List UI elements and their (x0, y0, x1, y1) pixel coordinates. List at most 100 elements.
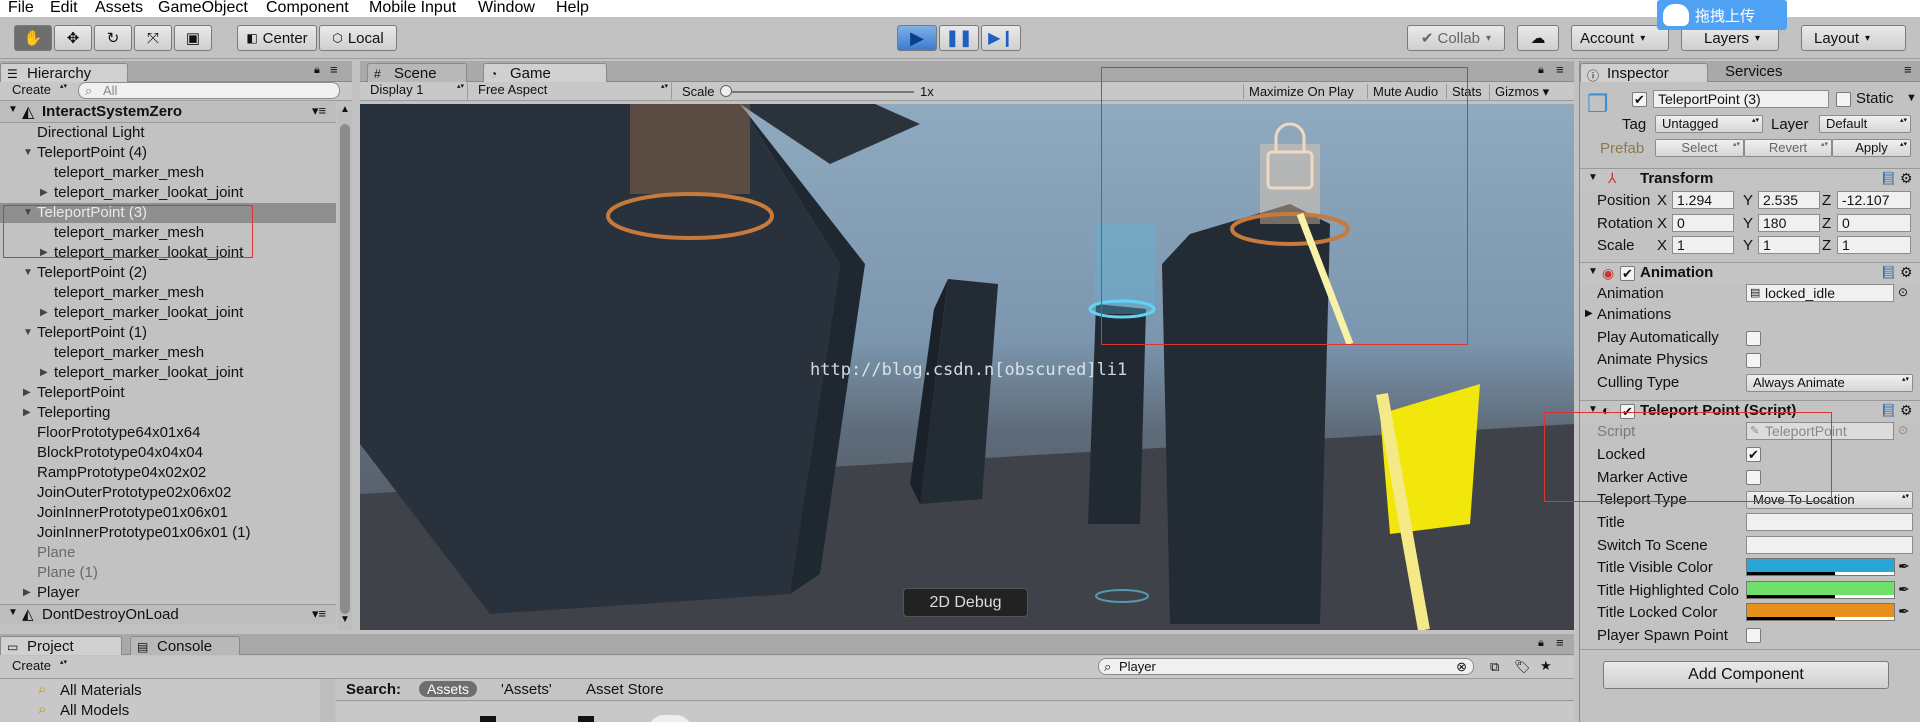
menu-help[interactable]: Help (556, 0, 589, 17)
filter-type-icon[interactable]: ⧉ (1490, 659, 1499, 675)
scroll-down-icon[interactable]: ▼ (340, 614, 350, 625)
static-checkbox[interactable] (1836, 92, 1851, 107)
hierarchy-scroll-thumb[interactable] (340, 124, 350, 614)
rect-tool-icon[interactable]: ▣ (174, 25, 212, 51)
gear-icon[interactable]: ⚙ (1900, 170, 1913, 187)
debug-2d-button[interactable]: 2D Debug (903, 588, 1028, 617)
hierarchy-item[interactable]: JoinInnerPrototype01x06x01 (1) (0, 523, 336, 543)
static-dropdown-icon[interactable]: ▼ (1906, 92, 1917, 104)
transform-position-x-field[interactable]: 1.294 (1672, 191, 1734, 209)
title-input[interactable] (1746, 513, 1913, 531)
lock-icon[interactable]: 🔒︎ (1538, 637, 1544, 650)
tab-project[interactable]: ▭ Project (0, 636, 122, 655)
layer-dropdown[interactable]: Default (1819, 115, 1911, 133)
hierarchy-item[interactable]: ▼ TeleportPoint (1) (0, 323, 336, 343)
help-icon[interactable]: 📘︎ (1880, 171, 1897, 187)
tab-scene[interactable]: # Scene (367, 63, 467, 82)
collapse-arrow-icon[interactable]: ▶ (23, 403, 31, 423)
project-tree-scrollbar[interactable] (320, 679, 334, 722)
hierarchy-item[interactable]: ▶ teleport_marker_lookat_joint (0, 183, 336, 203)
scope-assets-chip[interactable]: Assets (419, 681, 478, 697)
pivot-center-button[interactable]: ◧ Center (237, 25, 317, 51)
axis-label[interactable]: X (1657, 215, 1667, 232)
animations-label[interactable]: Animations (1597, 306, 1671, 323)
axis-label[interactable]: Z (1822, 192, 1831, 209)
title-locked-color-swatch[interactable] (1746, 603, 1895, 621)
expand-arrow-icon[interactable]: ▼ (23, 263, 33, 283)
menu-assets[interactable]: Assets (95, 0, 143, 17)
hierarchy-item[interactable]: BlockPrototype04x04x04 (0, 443, 336, 463)
menu-file[interactable]: File (8, 0, 34, 17)
collapse-arrow-icon[interactable]: ▶ (40, 363, 48, 383)
hierarchy-search-input[interactable]: ⌕ All (78, 82, 340, 99)
menu-window[interactable]: Window (478, 0, 535, 17)
cloud-button[interactable]: ☁ (1517, 25, 1559, 51)
scene-menu-icon[interactable]: ▾≡ (312, 606, 326, 622)
active-checkbox[interactable]: ✔ (1632, 92, 1647, 107)
collab-dropdown[interactable]: ✔ Collab (1407, 25, 1505, 51)
tab-game[interactable]: ◔ Game (483, 63, 607, 82)
play-auto-checkbox[interactable] (1746, 331, 1761, 346)
transform-scale-y-field[interactable]: 1 (1758, 236, 1820, 254)
menu-mobile-input[interactable]: Mobile Input (369, 0, 456, 17)
panel-menu-icon[interactable]: ≡ (330, 62, 338, 77)
prefab-apply-button[interactable]: Apply (1832, 139, 1911, 157)
transform-position-y-field[interactable]: 2.535 (1758, 191, 1820, 209)
axis-label[interactable]: Z (1822, 215, 1831, 232)
scope-asset-store[interactable]: Asset Store (586, 681, 664, 698)
hierarchy-item[interactable]: ▶ TeleportPoint (0, 383, 336, 403)
help-icon[interactable]: 📘︎ (1880, 265, 1897, 281)
axis-label[interactable]: Y (1743, 192, 1753, 209)
gear-icon[interactable]: ⚙ (1900, 264, 1913, 281)
axis-label[interactable]: X (1657, 192, 1667, 209)
hierarchy-item[interactable]: ▶ Teleporting (0, 403, 336, 423)
favorite-star-icon[interactable]: ★ (1540, 658, 1552, 674)
hierarchy-create-dropdown[interactable]: Create (4, 82, 70, 100)
collapse-arrow-icon[interactable]: ▶ (23, 383, 31, 403)
gizmos-dropdown[interactable]: Gizmos ▾ (1489, 84, 1549, 100)
tab-inspector[interactable]: ⓘ Inspector (1580, 63, 1708, 83)
hand-tool-icon[interactable]: ✋ (14, 25, 52, 51)
hierarchy-item[interactable]: teleport_marker_mesh (0, 163, 336, 183)
culling-type-dropdown[interactable]: Always Animate (1746, 374, 1913, 392)
rotate-tool-icon[interactable]: ↻ (94, 25, 132, 51)
hierarchy-item[interactable]: JoinInnerPrototype01x06x01 (0, 503, 336, 523)
tab-console[interactable]: ▤ Console (130, 636, 240, 655)
panel-menu-icon[interactable]: ≡ (1556, 635, 1564, 650)
hierarchy-item[interactable]: teleport_marker_mesh (0, 343, 336, 363)
favorite-all-models[interactable]: All Models (60, 702, 129, 719)
hierarchy-item[interactable]: ▼ TeleportPoint (2) (0, 263, 336, 283)
asset-thumbnail[interactable] (480, 716, 496, 722)
collapse-arrow-icon[interactable]: ▶ (40, 183, 48, 203)
transform-header[interactable]: ▼ ⅄ Transform 📘︎ ⚙ (1580, 168, 1920, 190)
tag-dropdown[interactable]: Untagged (1655, 115, 1763, 133)
asset-thumbnail[interactable] (578, 716, 594, 722)
project-search-input[interactable]: ⌕ Player ⊗ (1098, 658, 1474, 675)
title-highlighted-color-swatch[interactable] (1746, 581, 1895, 599)
animation-clip-field[interactable]: ▤ locked_idle (1746, 284, 1894, 302)
object-picker-icon[interactable]: ⊙ (1898, 285, 1908, 299)
scene-menu-icon[interactable]: ▾≡ (312, 103, 326, 119)
filter-label-icon[interactable]: 🏷︎ (1514, 659, 1531, 675)
pivot-local-button[interactable]: ⬡ Local (319, 25, 397, 51)
hierarchy-item[interactable]: FloorPrototype64x01x64 (0, 423, 336, 443)
lock-icon[interactable]: 🔒︎ (314, 64, 320, 77)
hierarchy-item[interactable]: ▼ TeleportPoint (4) (0, 143, 336, 163)
clear-search-icon[interactable]: ⊗ (1456, 659, 1467, 674)
hierarchy-item[interactable]: Directional Light (0, 123, 336, 143)
lock-icon[interactable]: 🔒︎ (1538, 64, 1544, 77)
scene-row[interactable]: ▼ ◭ InteractSystemZero ▾≡ (0, 102, 336, 123)
pause-button[interactable]: ❚❚ (939, 25, 979, 51)
title-visible-color-swatch[interactable] (1746, 558, 1895, 576)
expand-arrow-icon[interactable]: ▼ (23, 143, 33, 163)
menu-edit[interactable]: Edit (50, 0, 78, 17)
axis-label[interactable]: Z (1822, 237, 1831, 254)
collapse-arrow-icon[interactable]: ▶ (23, 583, 31, 603)
animation-header[interactable]: ▼ ◉ ✔ Animation 📘︎ ⚙ (1580, 262, 1920, 284)
tab-services[interactable]: Services (1725, 63, 1783, 80)
account-dropdown[interactable]: Account (1571, 25, 1669, 51)
transform-rotation-z-field[interactable]: 0 (1837, 214, 1911, 232)
prefab-revert-button[interactable]: Revert (1744, 139, 1832, 157)
hierarchy-item[interactable]: Plane (0, 543, 336, 563)
transform-rotation-y-field[interactable]: 180 (1758, 214, 1820, 232)
